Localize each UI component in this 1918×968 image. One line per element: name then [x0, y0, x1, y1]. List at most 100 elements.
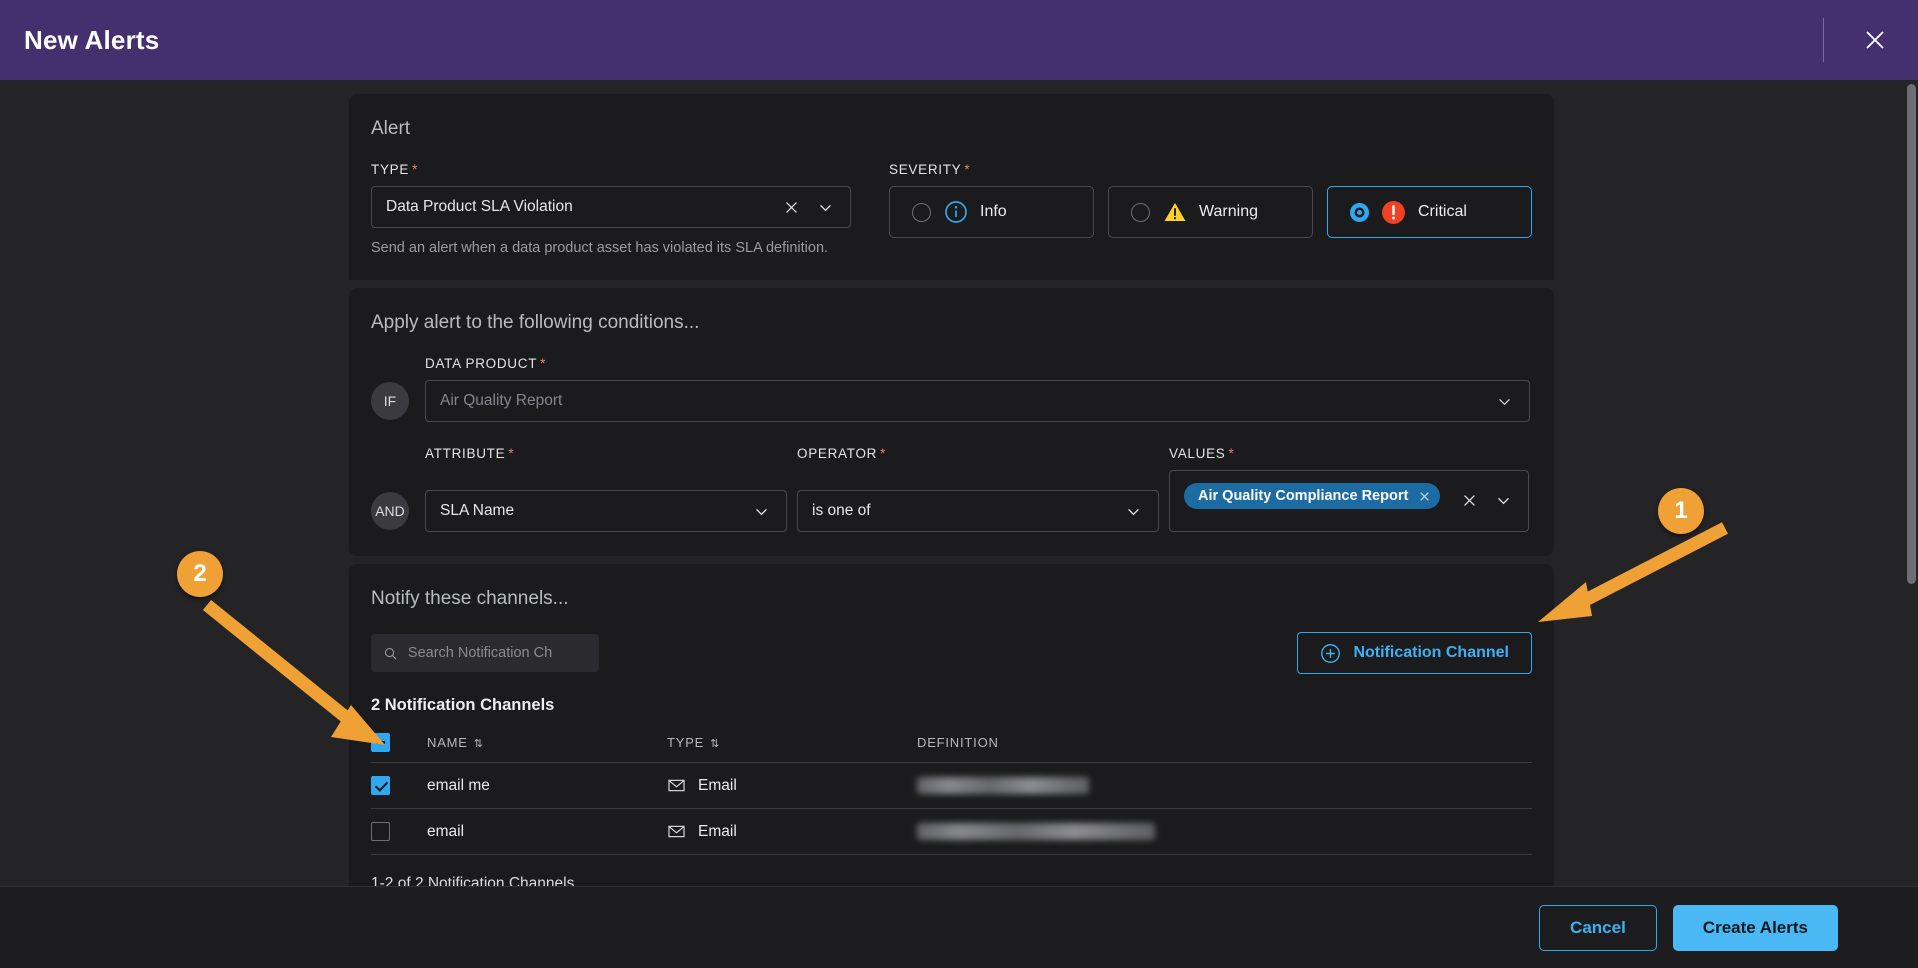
value-chip-remove-button[interactable]: [1418, 490, 1431, 503]
type-select[interactable]: Data Product SLA Violation: [371, 186, 851, 228]
severity-option-info[interactable]: Info: [889, 186, 1094, 238]
row-type-label: Email: [698, 777, 737, 795]
table-row[interactable]: email Email: [371, 809, 1532, 855]
notify-card: Notify these channels...: [349, 564, 1554, 886]
critical-radio[interactable]: [1350, 203, 1369, 222]
data-product-label: DATA PRODUCT*: [425, 356, 1532, 371]
row-type-cell: Email: [667, 809, 917, 855]
pagination-label: 1-2 of 2 Notification Channels: [371, 855, 1532, 886]
select-all-header: [371, 725, 427, 763]
values-clear-button[interactable]: [1452, 483, 1486, 517]
page-title: New Alerts: [24, 25, 159, 56]
alert-card: Alert TYPE* Data Product SLA Violation: [349, 94, 1554, 280]
scrollbar-thumb[interactable]: [1907, 84, 1916, 584]
row-select-cell: [371, 763, 427, 809]
severity-field-group: SEVERITY*: [889, 162, 1532, 256]
clear-x-icon: [1461, 492, 1478, 509]
info-radio[interactable]: [912, 203, 931, 222]
row-checkbox-email-me[interactable]: [371, 776, 390, 795]
info-circle-icon: [943, 200, 968, 225]
value-chip[interactable]: Air Quality Compliance Report: [1184, 483, 1440, 509]
new-alerts-modal: New Alerts Alert TYPE*: [0, 0, 1918, 968]
redacted-definition: [917, 823, 1155, 840]
warning-radio[interactable]: [1131, 203, 1150, 222]
notification-channels-table: NAME⇅ TYPE⇅ DEFINITION: [371, 725, 1532, 855]
row-definition-cell: [917, 763, 1532, 809]
column-header-definition: DEFINITION: [917, 725, 1532, 763]
values-multiselect[interactable]: Air Quality Compliance Report: [1169, 470, 1529, 532]
table-row[interactable]: email me Email: [371, 763, 1532, 809]
values-label: VALUES*: [1169, 446, 1234, 461]
values-dropdown-toggle[interactable]: [1486, 483, 1520, 517]
clear-x-icon: [783, 199, 800, 216]
chevron-down-icon: [753, 503, 770, 520]
close-button[interactable]: [1846, 11, 1904, 69]
annotation-marker-1: 1: [1658, 488, 1704, 534]
modal-footer: Cancel Create Alerts: [0, 886, 1918, 968]
attribute-select[interactable]: SLA Name: [425, 490, 787, 532]
chevron-down-icon: [1496, 393, 1513, 410]
search-notification-channels[interactable]: [371, 634, 599, 672]
severity-label-info: Info: [980, 203, 1007, 221]
cancel-button[interactable]: Cancel: [1539, 905, 1657, 951]
titlebar-actions: [1823, 0, 1918, 80]
row-type-label: Email: [698, 823, 737, 841]
operator-dropdown-toggle[interactable]: [1116, 494, 1150, 528]
search-input[interactable]: [408, 645, 587, 661]
vertical-scrollbar[interactable]: [1904, 80, 1918, 886]
attribute-dropdown-toggle[interactable]: [744, 494, 778, 528]
annotation-marker-2: 2: [177, 551, 223, 597]
close-icon: [1863, 28, 1887, 52]
column-label-type: TYPE: [667, 735, 704, 750]
operator-value: is one of: [812, 502, 1116, 520]
data-product-select[interactable]: Air Quality Report: [425, 380, 1530, 422]
attribute-label: ATTRIBUTE*: [425, 446, 797, 461]
required-asterisk: *: [412, 162, 418, 177]
add-notification-channel-button[interactable]: Notification Channel: [1297, 632, 1532, 674]
and-condition-row: ATTRIBUTE* OPERATOR* VALUES* AND SLA Nam…: [371, 446, 1532, 532]
type-field-group: TYPE* Data Product SLA Violation S: [371, 162, 851, 256]
type-label: TYPE*: [371, 162, 851, 177]
row-checkbox-email[interactable]: [371, 822, 390, 841]
select-all-checkbox[interactable]: [371, 733, 390, 752]
if-condition-row: DATA PRODUCT* IF Air Quality Report: [371, 356, 1532, 422]
row-name-cell: email me: [427, 763, 667, 809]
operator-select[interactable]: is one of: [797, 490, 1159, 532]
email-envelope-icon: [667, 776, 686, 795]
plus-circle-icon: [1320, 643, 1341, 664]
notify-section-title: Notify these channels...: [371, 588, 1532, 610]
conditions-card: Apply alert to the following conditions.…: [349, 288, 1554, 556]
create-alerts-button[interactable]: Create Alerts: [1673, 905, 1838, 951]
and-pill: AND: [371, 492, 409, 530]
column-label-name: NAME: [427, 735, 468, 750]
attribute-value: SLA Name: [440, 502, 744, 520]
add-notification-channel-label: Notification Channel: [1353, 644, 1509, 662]
row-definition-cell: [917, 809, 1532, 855]
modal-body: Alert TYPE* Data Product SLA Violation: [0, 80, 1918, 886]
redacted-definition: [917, 777, 1089, 794]
severity-label: SEVERITY*: [889, 162, 1532, 177]
type-help-text: Send an alert when a data product asset …: [371, 240, 851, 256]
column-label-definition: DEFINITION: [917, 735, 999, 750]
chevron-down-icon: [1125, 503, 1142, 520]
titlebar-divider: [1823, 18, 1824, 62]
chevron-down-icon: [817, 199, 834, 216]
column-header-name[interactable]: NAME⇅: [427, 725, 667, 763]
severity-option-warning[interactable]: Warning: [1108, 186, 1313, 238]
type-clear-button[interactable]: [774, 190, 808, 224]
data-product-dropdown-toggle[interactable]: [1487, 384, 1521, 418]
operator-label: OPERATOR*: [797, 446, 1169, 461]
severity-label-warning: Warning: [1199, 203, 1258, 221]
severity-radio-group: Info: [889, 186, 1532, 238]
severity-option-critical[interactable]: Critical: [1327, 186, 1532, 238]
channel-count-label: 2 Notification Channels: [371, 696, 1532, 715]
if-pill: IF: [371, 382, 409, 420]
row-name-cell: email: [427, 809, 667, 855]
chip-close-icon: [1418, 490, 1431, 503]
column-header-type[interactable]: TYPE⇅: [667, 725, 917, 763]
severity-label-critical: Critical: [1418, 203, 1467, 221]
row-select-cell: [371, 809, 427, 855]
data-product-value: Air Quality Report: [440, 392, 1487, 410]
form-column: Alert TYPE* Data Product SLA Violation: [349, 80, 1554, 886]
type-dropdown-toggle[interactable]: [808, 190, 842, 224]
